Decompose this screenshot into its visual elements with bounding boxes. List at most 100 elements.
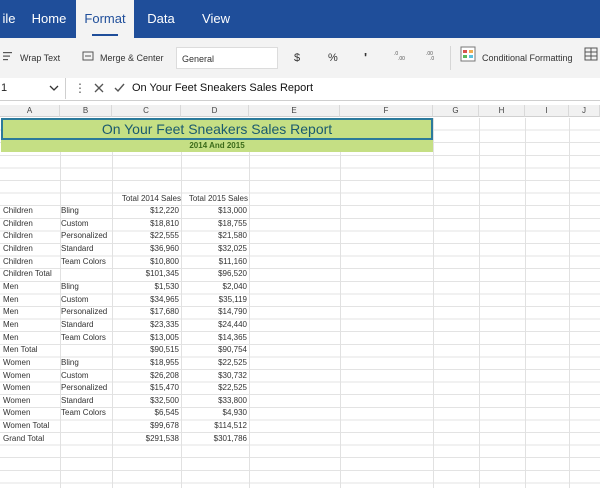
cell-c-row-2[interactable]: $18,810 <box>112 218 179 230</box>
cell-c-row-17[interactable]: $6,545 <box>112 407 179 419</box>
tab-view[interactable]: View <box>192 0 240 38</box>
cell-b-row-10[interactable]: Standard <box>61 319 111 331</box>
column-header-j[interactable]: J <box>569 105 600 117</box>
cell-b-row-4[interactable]: Standard <box>61 243 111 255</box>
cell-a-row-18[interactable]: Women Total <box>3 420 61 432</box>
cell-a-row-8[interactable]: Men <box>3 294 61 306</box>
cell-c-row-10[interactable]: $23,335 <box>112 319 179 331</box>
more-options-icon[interactable]: ⋮ <box>74 78 86 99</box>
enter-check-icon[interactable] <box>114 78 125 99</box>
cell-d-row-12[interactable]: $90,754 <box>181 344 247 356</box>
cell-b-row-11[interactable]: Team Colors <box>61 332 111 344</box>
cell-d-row-11[interactable]: $14,365 <box>181 332 247 344</box>
report-title-cell[interactable]: On Your Feet Sneakers Sales Report <box>1 118 433 140</box>
decrease-decimal-button[interactable]: .00.0 <box>426 38 438 78</box>
merge-center-button[interactable]: Merge & Center <box>82 38 164 78</box>
cell-d-row-4[interactable]: $32,025 <box>181 243 247 255</box>
cell-d-row-19[interactable]: $301,786 <box>181 433 247 445</box>
cell-a-row-16[interactable]: Women <box>3 395 61 407</box>
cell-d-row-10[interactable]: $24,440 <box>181 319 247 331</box>
cell-a-row-3[interactable]: Children <box>3 230 61 242</box>
cell-c-row-6[interactable]: $101,345 <box>112 268 179 280</box>
cell-c-row-15[interactable]: $15,470 <box>112 382 179 394</box>
column-header-i[interactable]: I <box>525 105 569 117</box>
cell-c-row-16[interactable]: $32,500 <box>112 395 179 407</box>
cell-a-row-12[interactable]: Men Total <box>3 344 61 356</box>
increase-decimal-button[interactable]: .0.00 <box>394 38 406 78</box>
cell-a-row-2[interactable]: Children <box>3 218 61 230</box>
cell-b-row-5[interactable]: Team Colors <box>61 256 111 268</box>
cell-c-row-19[interactable]: $291,538 <box>112 433 179 445</box>
cell-d-row-18[interactable]: $114,512 <box>181 420 247 432</box>
cell-b-row-17[interactable]: Team Colors <box>61 407 111 419</box>
cell-b-row-3[interactable]: Personalized <box>61 230 111 242</box>
cell-b-row-1[interactable]: Bling <box>61 205 111 217</box>
cell-d-row-17[interactable]: $4,930 <box>181 407 247 419</box>
format-as-table-button[interactable] <box>584 38 598 78</box>
column-header-d[interactable]: D <box>181 105 249 117</box>
cell-c-row-3[interactable]: $22,555 <box>112 230 179 242</box>
cell-d-row-7[interactable]: $2,040 <box>181 281 247 293</box>
column-header-a[interactable]: A <box>0 105 60 117</box>
currency-format-button[interactable]: $ <box>294 38 300 78</box>
report-subtitle-cell[interactable]: 2014 And 2015 <box>1 140 433 152</box>
number-format-select[interactable]: General <box>176 47 278 69</box>
cell-d-row-9[interactable]: $14,790 <box>181 306 247 318</box>
cell-c-row-4[interactable]: $36,960 <box>112 243 179 255</box>
column-header-g[interactable]: G <box>433 105 479 117</box>
cell-a-row-7[interactable]: Men <box>3 281 61 293</box>
cell-b-row-13[interactable]: Bling <box>61 357 111 369</box>
comma-style-button[interactable]: ' <box>364 38 367 78</box>
column-header-c[interactable]: C <box>112 105 181 117</box>
cell-c-row-12[interactable]: $90,515 <box>112 344 179 356</box>
cell-b-row-18[interactable] <box>61 420 111 432</box>
cell-c-row-14[interactable]: $26,208 <box>112 370 179 382</box>
tab-data[interactable]: Data <box>138 0 184 38</box>
cell-b-row-7[interactable]: Bling <box>61 281 111 293</box>
cell-b-row-6[interactable] <box>61 268 111 280</box>
percent-format-button[interactable]: % <box>328 38 338 78</box>
cell-b-row-15[interactable]: Personalized <box>61 382 111 394</box>
cell-c-row-13[interactable]: $18,955 <box>112 357 179 369</box>
cell-b-row-14[interactable]: Custom <box>61 370 111 382</box>
cell-a-row-5[interactable]: Children <box>3 256 61 268</box>
cell-a-row-9[interactable]: Men <box>3 306 61 318</box>
tab-home[interactable]: Home <box>22 0 76 38</box>
column-header-f[interactable]: F <box>340 105 433 117</box>
tab-format[interactable]: Format <box>76 0 134 38</box>
cell-d-row-14[interactable]: $30,732 <box>181 370 247 382</box>
cell-a-row-19[interactable]: Grand Total <box>3 433 61 445</box>
cell-a-row-13[interactable]: Women <box>3 357 61 369</box>
cell-c-row-5[interactable]: $10,800 <box>112 256 179 268</box>
name-box[interactable]: 1 <box>0 78 66 99</box>
cell-b-row-8[interactable]: Custom <box>61 294 111 306</box>
formula-input[interactable]: On Your Feet Sneakers Sales Report <box>132 78 313 99</box>
cell-d-row-6[interactable]: $96,520 <box>181 268 247 280</box>
cell-c-row-18[interactable]: $99,678 <box>112 420 179 432</box>
cell-a-row-4[interactable]: Children <box>3 243 61 255</box>
cancel-icon[interactable] <box>94 78 104 99</box>
cell-a-row-1[interactable]: Children <box>3 205 61 217</box>
column-header-b[interactable]: B <box>60 105 112 117</box>
cell-b-row-2[interactable]: Custom <box>61 218 111 230</box>
cell-d-row-16[interactable]: $33,800 <box>181 395 247 407</box>
cell-a-row-6[interactable]: Children Total <box>3 268 61 280</box>
cell-b-row-9[interactable]: Personalized <box>61 306 111 318</box>
cell-d-row-8[interactable]: $35,119 <box>181 294 247 306</box>
chevron-down-icon[interactable] <box>48 78 60 106</box>
cell-d-row-1[interactable]: $13,000 <box>181 205 247 217</box>
cell-d-row-2[interactable]: $18,755 <box>181 218 247 230</box>
column-header-e[interactable]: E <box>249 105 340 117</box>
cell-a-row-11[interactable]: Men <box>3 332 61 344</box>
cell-b-row-19[interactable] <box>61 433 111 445</box>
cell-a-row-15[interactable]: Women <box>3 382 61 394</box>
header-total-2014[interactable]: Total 2014 Sales <box>112 193 181 205</box>
cell-b-row-16[interactable]: Standard <box>61 395 111 407</box>
header-total-2015[interactable]: Total 2015 Sales <box>181 193 248 205</box>
column-header-h[interactable]: H <box>479 105 525 117</box>
cell-c-row-1[interactable]: $12,220 <box>112 205 179 217</box>
cell-c-row-11[interactable]: $13,005 <box>112 332 179 344</box>
tab-file[interactable]: ile <box>0 0 18 38</box>
cell-c-row-8[interactable]: $34,965 <box>112 294 179 306</box>
cell-d-row-15[interactable]: $22,525 <box>181 382 247 394</box>
